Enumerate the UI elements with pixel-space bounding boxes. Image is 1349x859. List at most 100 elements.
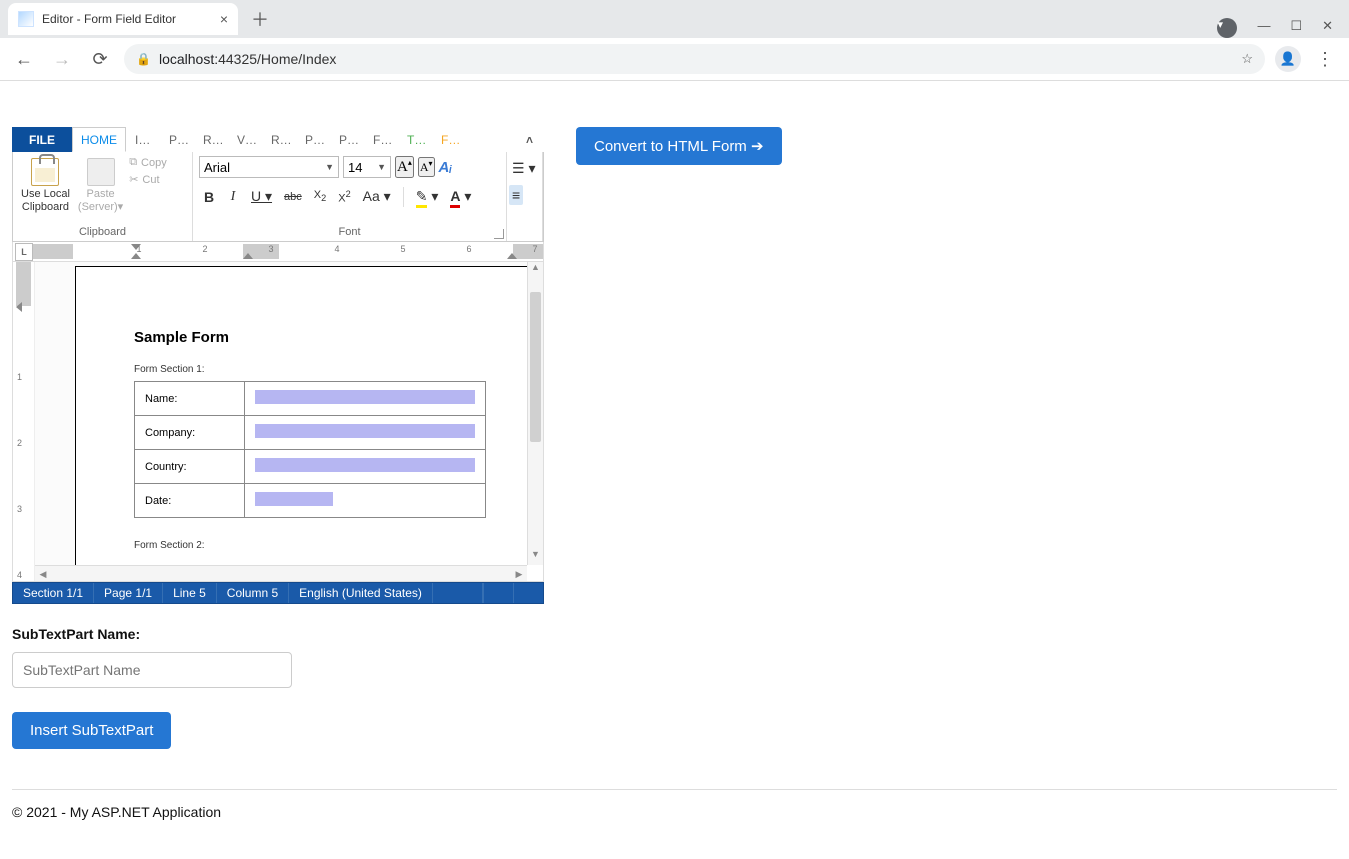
- ribbon-tabs: FILE HOME I…P…R…V…R…P…P…F…T…F… ˄: [12, 127, 544, 152]
- document-title: Sample Form: [134, 329, 486, 346]
- ribbon-group-font-label: Font: [193, 223, 506, 241]
- forward-button[interactable]: →: [48, 45, 76, 73]
- tab-truncated[interactable]: T…: [398, 127, 432, 152]
- form-field-input[interactable]: [255, 390, 475, 404]
- close-tab-icon[interactable]: ×: [220, 11, 228, 27]
- bookmark-star-icon[interactable]: ☆: [1241, 51, 1253, 67]
- ruler-tick: 2: [17, 438, 22, 448]
- tab-truncated[interactable]: P…: [296, 127, 330, 152]
- vertical-ruler[interactable]: 1234: [13, 262, 35, 581]
- lock-icon: 🔒: [136, 52, 151, 66]
- browser-tab[interactable]: Editor - Form Field Editor ×: [8, 3, 238, 35]
- close-window-icon[interactable]: ✕: [1322, 18, 1333, 38]
- account-chevron-icon[interactable]: ▾: [1217, 18, 1237, 38]
- chevron-down-icon: ▼: [377, 162, 386, 172]
- subtextpart-name-input[interactable]: [12, 652, 292, 688]
- cut-label: Cut: [142, 174, 159, 186]
- italic-button[interactable]: I: [223, 187, 243, 207]
- tab-truncated[interactable]: R…: [262, 127, 296, 152]
- table-row[interactable]: Date:: [135, 484, 486, 518]
- insert-subtextpart-button[interactable]: Insert SubTextPart: [12, 712, 171, 749]
- maximize-icon[interactable]: ☐: [1290, 18, 1302, 38]
- minimize-icon[interactable]: —: [1257, 18, 1270, 38]
- copy-button[interactable]: ⧉Copy: [129, 156, 167, 169]
- tab-truncated[interactable]: I…: [126, 127, 160, 152]
- dialog-launcher-icon[interactable]: [494, 229, 504, 239]
- superscript-button[interactable]: X2: [334, 187, 354, 207]
- chevron-down-icon: ▼: [325, 162, 334, 172]
- ruler-tick: 4: [334, 244, 339, 254]
- form-field-input[interactable]: [255, 458, 475, 472]
- tab-truncated[interactable]: P…: [330, 127, 364, 152]
- font-size-value: 14: [348, 160, 373, 175]
- underline-button[interactable]: U ▾: [247, 186, 276, 207]
- vscroll-thumb[interactable]: [530, 292, 541, 442]
- grow-font-button[interactable]: A▴: [395, 156, 414, 178]
- document-viewport[interactable]: Sample Form Form Section 1: Name:Company…: [35, 262, 543, 581]
- ruler-corner[interactable]: L: [15, 243, 33, 261]
- document-area: 1234 Sample Form Form Section 1: Name:Co…: [12, 262, 544, 582]
- ribbon-group-clipboard: Use Local Clipboard Paste (Server)▾ ⧉Cop…: [13, 152, 193, 241]
- scroll-right-icon[interactable]: ▶: [511, 566, 527, 581]
- clear-format-button[interactable]: Aᵢ: [439, 159, 452, 176]
- status-line: Line 5: [163, 583, 217, 603]
- shrink-font-button[interactable]: A▾: [418, 157, 435, 177]
- form-field-label: Company:: [135, 416, 245, 450]
- ribbon-group-font: Arial ▼ 14 ▼ A▴ A▾ Aᵢ: [193, 152, 507, 241]
- form-field-input[interactable]: [255, 424, 475, 438]
- cut-button[interactable]: ✂Cut: [129, 173, 167, 186]
- font-name-combo[interactable]: Arial ▼: [199, 156, 339, 178]
- paste-server-button[interactable]: Paste (Server)▾: [76, 156, 125, 215]
- tab-truncated[interactable]: F…: [432, 127, 466, 152]
- form-field-label: Date:: [135, 484, 245, 518]
- horizontal-ruler[interactable]: L 1234567: [12, 242, 544, 262]
- footer-text: © 2021 - My ASP.NET Application: [0, 804, 1349, 840]
- table-row[interactable]: Company:: [135, 416, 486, 450]
- subscript-button[interactable]: X2: [310, 187, 330, 205]
- address-bar[interactable]: 🔒 localhost:44325/Home/Index ☆: [124, 44, 1265, 74]
- section1-label: Form Section 1:: [134, 364, 486, 375]
- status-bar: Section 1/1 Page 1/1 Line 5 Column 5 Eng…: [12, 582, 544, 604]
- tab-home[interactable]: HOME: [72, 127, 126, 152]
- scroll-down-icon[interactable]: ▼: [528, 549, 543, 565]
- ribbon-group-paragraph-label: [507, 223, 542, 241]
- form-field-input[interactable]: [255, 492, 333, 506]
- back-button[interactable]: ←: [10, 45, 38, 73]
- tab-truncated[interactable]: F…: [364, 127, 398, 152]
- subtextpart-panel: SubTextPart Name: Insert SubTextPart: [0, 616, 1349, 759]
- highlight-color-button[interactable]: ✎ ▾: [412, 186, 443, 207]
- tab-title: Editor - Form Field Editor: [42, 12, 176, 26]
- horizontal-scrollbar[interactable]: ◀ ▶: [35, 565, 527, 581]
- convert-to-html-button[interactable]: Convert to HTML Form ➔: [576, 127, 782, 165]
- clipboard-icon: [31, 158, 59, 186]
- browser-chrome: Editor - Form Field Editor × ＋ ▾ — ☐ ✕ ←…: [0, 0, 1349, 81]
- reload-button[interactable]: ⟳: [86, 45, 114, 73]
- table-row[interactable]: Country:: [135, 450, 486, 484]
- font-color-button[interactable]: A ▾: [446, 186, 475, 207]
- vertical-scrollbar[interactable]: ▲ ▼: [527, 262, 543, 565]
- table-row[interactable]: Name:: [135, 382, 486, 416]
- form-table[interactable]: Name:Company:Country:Date:: [134, 381, 486, 518]
- tab-truncated[interactable]: R…: [194, 127, 228, 152]
- use-local-clipboard-button[interactable]: Use Local Clipboard: [19, 156, 72, 215]
- new-tab-button[interactable]: ＋: [246, 5, 274, 33]
- strikethrough-button[interactable]: abc: [280, 189, 306, 205]
- bullets-button[interactable]: ☰ ▾: [509, 158, 538, 179]
- change-case-button[interactable]: Aa ▾: [359, 186, 395, 207]
- tab-truncated[interactable]: P…: [160, 127, 194, 152]
- ribbon-collapse-icon[interactable]: ˄: [515, 127, 544, 152]
- menu-kebab-icon[interactable]: ⋮: [1311, 45, 1339, 73]
- bold-button[interactable]: B: [199, 187, 219, 207]
- scroll-up-icon[interactable]: ▲: [528, 262, 543, 278]
- copy-label: Copy: [141, 157, 167, 169]
- font-size-combo[interactable]: 14 ▼: [343, 156, 391, 178]
- subtextpart-label: SubTextPart Name:: [12, 626, 1337, 642]
- page-surface[interactable]: Sample Form Form Section 1: Name:Company…: [75, 266, 543, 581]
- form-field-label: Name:: [135, 382, 245, 416]
- tab-truncated[interactable]: V…: [228, 127, 262, 152]
- titlebar: Editor - Form Field Editor × ＋ ▾ — ☐ ✕: [0, 0, 1349, 38]
- profile-avatar[interactable]: 👤: [1275, 46, 1301, 72]
- scroll-left-icon[interactable]: ◀: [35, 566, 51, 581]
- tab-file[interactable]: FILE: [12, 127, 72, 152]
- align-left-button[interactable]: ≡: [509, 185, 523, 205]
